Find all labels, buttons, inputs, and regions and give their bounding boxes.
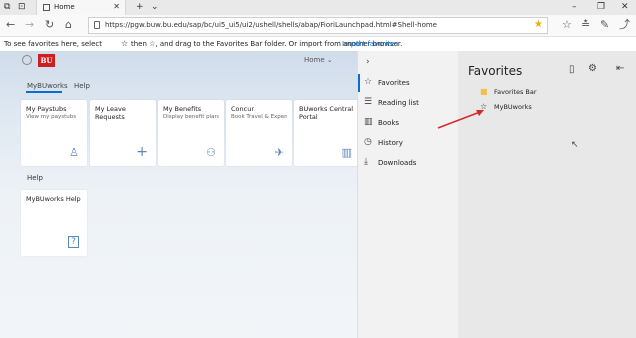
reading-list-icon: ☰ (364, 97, 373, 107)
history-icon: ◷ (364, 137, 372, 147)
tab-mybuworks[interactable]: MyBUworks (27, 82, 68, 90)
plus-icon: + (136, 144, 148, 160)
tile-subtitle: Display benefit plans (163, 114, 219, 120)
bu-logo: BU (38, 54, 55, 67)
page-favicon-icon (43, 4, 50, 11)
annotation-arrow (437, 110, 484, 129)
tile-title: BUworks Central Portal (299, 105, 354, 121)
mouse-cursor-icon: ↖ (571, 140, 579, 150)
home-menu-button[interactable]: Home ⌄ (304, 56, 333, 64)
collapse-hub-chevron-icon[interactable]: › (366, 57, 370, 67)
tile-subtitle: Book Travel & Expen... (231, 114, 287, 120)
tile-title: My Leave Requests (95, 105, 126, 121)
star-icon: ☆ (364, 77, 373, 87)
favorites-star-icon[interactable]: ☆ (562, 19, 572, 31)
home-icon[interactable]: ⌂ (65, 19, 72, 31)
add-folder-icon[interactable]: ▯ (569, 64, 575, 75)
close-tab-icon[interactable]: ✕ (113, 2, 120, 11)
minimize-icon[interactable]: – (572, 2, 577, 12)
tile-mybuworks-help[interactable]: MyBUworks Help ? (21, 190, 87, 256)
lock-icon (94, 21, 100, 29)
tile-buworks-central-portal[interactable]: BUworks Central Portal ▥ (294, 100, 357, 166)
back-icon[interactable]: ← (6, 19, 15, 31)
tile-title: Concur (231, 105, 255, 113)
tile-my-leave-requests[interactable]: My Leave Requests + (90, 100, 156, 166)
travel-icon: ✈ (274, 146, 284, 159)
hub-item-label: History (378, 139, 403, 147)
title-bar: ⧉ ⊡ Home ✕ + ⌄ – ❐ ✕ (0, 0, 636, 15)
person-money-icon: ♙ (69, 146, 79, 159)
browser-tab[interactable]: Home ✕ (36, 0, 126, 15)
launchpad-app: BU Home ⌄ MyBUworks Help My Paystubs Vie… (0, 51, 357, 338)
url-text[interactable]: https://pgw.buw.bu.edu/sap/bc/ui5_ui5/ui… (105, 21, 437, 29)
hub-item-label: Downloads (378, 159, 417, 167)
favorite-added-star-icon[interactable]: ★ (534, 19, 543, 30)
hub-item-label: Favorites (378, 79, 410, 87)
forward-icon[interactable]: → (25, 19, 34, 31)
help-icon: ? (68, 236, 79, 248)
tab-title: Home (54, 3, 75, 11)
favorites-star-icon: ☆ (121, 39, 129, 48)
home-menu-label: Home (304, 56, 325, 64)
tile-title: My Paystubs (26, 105, 67, 113)
active-item-indicator (358, 74, 360, 92)
user-avatar-icon[interactable] (22, 55, 32, 65)
tile-title: MyBUworks Help (26, 195, 81, 203)
favorites-pane: Favorites ▯ ⚙ ⇤ ■ Favorites Bar ☆ MyBUwo… (458, 51, 636, 338)
pane-title: Favorites (468, 64, 523, 78)
tab-preview-chevron-icon[interactable]: ⌄ (151, 2, 159, 12)
favorite-label: Favorites Bar (494, 88, 537, 96)
address-bar[interactable]: https://pgw.buw.bu.edu/sap/bc/ui5_ui5/ui… (88, 17, 548, 34)
tile-title: My Benefits (163, 105, 202, 113)
close-window-icon[interactable]: ✕ (621, 2, 629, 12)
favorites-hint-bar: To see favorites here, select ☆ then ☆, … (0, 37, 636, 51)
set-aside-tabs-icon[interactable]: ⊡ (18, 2, 26, 12)
hub-item-label: Reading list (378, 99, 419, 107)
hub-item-downloads[interactable]: ⤓ Downloads (358, 154, 458, 172)
favorite-label: MyBUworks (494, 103, 532, 111)
hub-item-history[interactable]: ◷ History (358, 134, 458, 152)
reading-hub-icon[interactable]: ≛ (581, 19, 590, 31)
tab-help[interactable]: Help (74, 82, 90, 90)
tile-concur[interactable]: Concur Book Travel & Expen... ✈ (226, 100, 292, 166)
section-title-help: Help (27, 174, 43, 182)
tab-actions-icon[interactable]: ⧉ (4, 2, 10, 12)
tile-my-benefits[interactable]: My Benefits Display benefit plans ⚇ (158, 100, 224, 166)
pin-pane-icon[interactable]: ⇤ (616, 63, 624, 74)
download-icon: ⤓ (364, 157, 368, 167)
app-header: BU Home ⌄ (0, 51, 357, 71)
people-icon: ⚇ (206, 146, 216, 159)
hub-item-favorites[interactable]: ☆ Favorites (358, 74, 458, 92)
tile-my-paystubs[interactable]: My Paystubs View my paystubs ♙ (21, 100, 87, 166)
building-icon: ▥ (341, 146, 352, 159)
share-icon[interactable]: ⤴ (619, 19, 630, 31)
hint-text-start: To see favorites here, select (4, 40, 103, 48)
new-tab-icon[interactable]: + (136, 2, 144, 12)
refresh-icon[interactable]: ↻ (45, 19, 54, 31)
books-icon: ▥ (364, 117, 373, 127)
hub-navigation: › ☆ Favorites ☰ Reading list ▥ Books ◷ H… (357, 51, 458, 338)
folder-icon: ■ (480, 87, 488, 96)
notes-icon[interactable]: ✎ (600, 19, 609, 31)
tile-subtitle: View my paystubs (26, 114, 77, 120)
active-tab-indicator (26, 91, 62, 93)
import-favorites-link[interactable]: Import favorites (342, 40, 398, 48)
settings-gear-icon[interactable]: ⚙ (588, 63, 597, 74)
maximize-icon[interactable]: ❐ (597, 2, 605, 12)
hub-item-label: Books (378, 119, 400, 127)
